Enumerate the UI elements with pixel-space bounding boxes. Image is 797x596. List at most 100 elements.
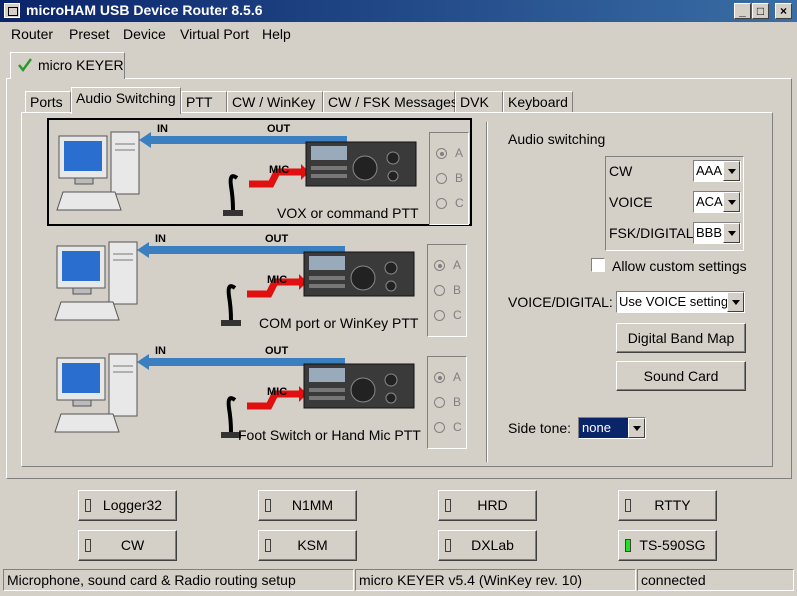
radio-icon <box>434 397 445 409</box>
out-label: OUT <box>267 123 291 135</box>
mic-label: MIC <box>267 274 288 286</box>
port-button-hrd[interactable]: HRD <box>438 490 537 521</box>
menu-help[interactable]: Help <box>262 26 291 42</box>
port-button-n1mm[interactable]: N1MM <box>258 490 357 521</box>
radio-option-b[interactable]: B <box>436 171 463 185</box>
tab-cw-winkey[interactable]: CW / WinKey <box>227 91 323 113</box>
radio-transceiver-icon <box>305 141 417 187</box>
in-label: IN <box>155 345 166 357</box>
check-icon <box>18 58 33 73</box>
maximize-icon: □ <box>756 4 765 18</box>
radio-group-com-port: A B C <box>427 244 467 337</box>
radio-label: B <box>453 395 462 409</box>
chevron-down-icon[interactable] <box>628 418 645 438</box>
led-indicator-icon <box>625 539 631 552</box>
computer-icon <box>54 353 138 433</box>
chevron-down-icon[interactable] <box>727 292 744 312</box>
radio-label: A <box>453 258 462 272</box>
tab-ptt[interactable]: PTT <box>181 91 227 113</box>
cw-audio-select[interactable]: AAA <box>693 160 741 182</box>
chevron-down-icon[interactable] <box>723 161 740 181</box>
close-icon: × <box>779 4 787 18</box>
allow-custom-checkbox[interactable] <box>591 258 605 272</box>
radio-label: C <box>453 420 462 434</box>
led-indicator-icon <box>85 499 91 512</box>
allow-custom-label: Allow custom settings <box>612 258 747 274</box>
voice-audio-select[interactable]: ACA <box>693 191 741 213</box>
port-button-ksm[interactable]: KSM <box>258 530 357 561</box>
out-label: OUT <box>265 233 289 245</box>
fsk-digital-audio-select[interactable]: BBB <box>693 222 741 244</box>
port-button-ts-590sg[interactable]: TS-590SG <box>618 530 717 561</box>
voice-label: VOICE <box>609 194 653 210</box>
computer-icon <box>56 131 140 211</box>
minimize-button[interactable]: _ <box>734 3 751 19</box>
close-button[interactable]: × <box>775 3 792 19</box>
radio-selected-icon <box>434 260 445 272</box>
scenario-caption: COM port or WinKey PTT <box>259 315 419 331</box>
radio-option-b[interactable]: B <box>434 283 461 297</box>
port-button-logger32[interactable]: Logger32 <box>78 490 177 521</box>
audio-switching-title: Audio switching <box>508 131 606 147</box>
in-label: IN <box>155 233 166 245</box>
radio-label: B <box>455 171 464 185</box>
port-button-label: RTTY <box>654 497 691 513</box>
digital-band-map-button[interactable]: Digital Band Map <box>616 323 746 353</box>
tab-cw-fsk-messages[interactable]: CW / FSK Messages <box>323 91 458 113</box>
port-button-label: DXLab <box>471 537 514 553</box>
menu-bar <box>0 22 797 46</box>
scenario-foot-switch-ptt[interactable]: IN OUT MIC Foot Switch or Hand Mic PTT A… <box>47 342 472 450</box>
radio-option-a[interactable]: A <box>436 146 463 160</box>
tab-audio-switching[interactable]: Audio Switching <box>71 87 181 114</box>
scenario-vox-ptt[interactable]: IN OUT MIC VOX or command PTT A B C <box>47 118 472 226</box>
radio-icon <box>434 422 445 434</box>
port-button-dxlab[interactable]: DXLab <box>438 530 537 561</box>
menu-router[interactable]: Router <box>11 26 53 42</box>
radio-option-b[interactable]: B <box>434 395 461 409</box>
tab-micro-keyer[interactable]: micro KEYER <box>10 52 125 79</box>
tab-dvk[interactable]: DVK <box>455 91 503 113</box>
radio-option-c[interactable]: C <box>434 420 462 434</box>
scenario-com-port-ptt[interactable]: IN OUT MIC COM port or WinKey PTT A B C <box>47 230 472 338</box>
side-tone-select[interactable]: none <box>578 417 646 439</box>
chevron-down-icon[interactable] <box>723 192 740 212</box>
app-icon[interactable] <box>4 3 20 18</box>
radio-group-foot-switch: A B C <box>427 356 467 449</box>
port-button-label: KSM <box>297 537 328 553</box>
radio-option-c[interactable]: C <box>434 308 462 322</box>
led-indicator-icon <box>445 539 451 552</box>
menu-preset[interactable]: Preset <box>69 26 109 42</box>
port-button-rtty[interactable]: RTTY <box>618 490 717 521</box>
tab-keyboard[interactable]: Keyboard <box>503 91 573 113</box>
port-button-cw[interactable]: CW <box>78 530 177 561</box>
radio-icon <box>436 198 447 210</box>
port-button-label: N1MM <box>291 497 334 513</box>
menu-virtual-port[interactable]: Virtual Port <box>180 26 249 42</box>
radio-label: C <box>453 308 462 322</box>
mic-label: MIC <box>269 164 290 176</box>
led-indicator-icon <box>265 539 271 552</box>
device-tab-label: micro KEYER <box>38 57 124 73</box>
minimize-icon: _ <box>739 4 746 18</box>
radio-option-a[interactable]: A <box>434 370 461 384</box>
sound-card-button[interactable]: Sound Card <box>616 361 746 391</box>
cw-audio-value: AAA <box>696 163 723 178</box>
fsk-digital-audio-value: BBB <box>696 225 723 240</box>
led-indicator-icon <box>625 499 631 512</box>
led-indicator-icon <box>85 539 91 552</box>
maximize-button[interactable]: □ <box>752 3 769 19</box>
status-description: Microphone, sound card & Radio routing s… <box>3 569 354 591</box>
radio-group-vox: A B C <box>429 132 469 225</box>
port-button-label: TS-590SG <box>639 537 706 553</box>
radio-option-c[interactable]: C <box>436 196 464 210</box>
voice-digital-select[interactable]: Use VOICE settings <box>616 291 745 313</box>
menu-device[interactable]: Device <box>123 26 166 42</box>
radio-option-a[interactable]: A <box>434 258 461 272</box>
voice-audio-value: ACA <box>696 194 723 209</box>
tab-ports[interactable]: Ports <box>25 91 71 113</box>
led-indicator-icon <box>265 499 271 512</box>
chevron-down-icon[interactable] <box>723 223 740 243</box>
fsk-digital-label: FSK/DIGITAL <box>609 225 694 241</box>
port-button-label: Logger32 <box>102 497 163 513</box>
led-indicator-icon <box>445 499 451 512</box>
